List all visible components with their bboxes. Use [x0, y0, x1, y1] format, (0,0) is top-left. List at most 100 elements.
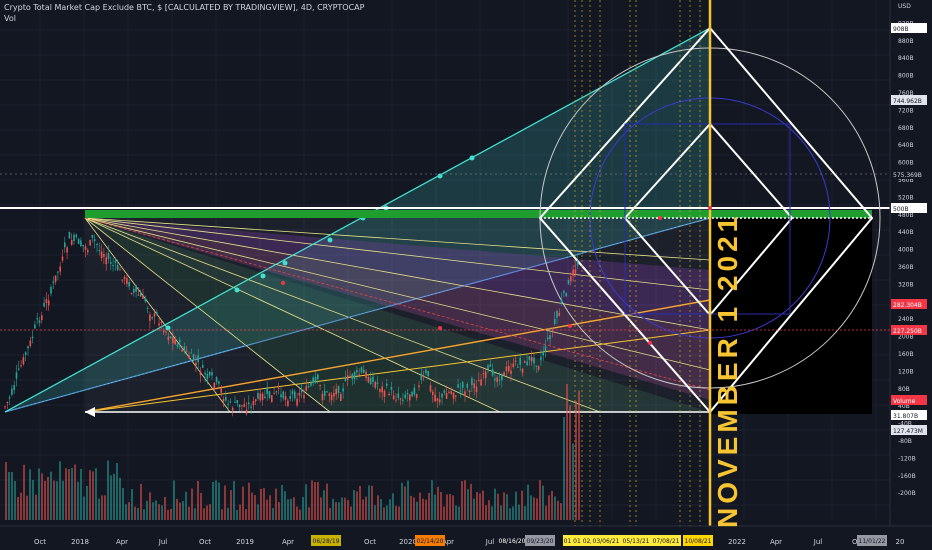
candle: [367, 377, 370, 383]
volume-bar: [110, 475, 112, 520]
candle: [512, 363, 515, 368]
price-marker-label: 575.369B: [893, 172, 922, 179]
candle: [202, 365, 204, 368]
candle: [31, 336, 34, 339]
volume-bar: [467, 489, 469, 520]
chart-canvas[interactable]: USD920B880B840B800B760B720B680B640B600B5…: [0, 0, 932, 550]
candle: [395, 399, 397, 401]
candle: [317, 374, 319, 380]
candle: [284, 396, 287, 400]
volume-bar: [557, 500, 559, 520]
candle: [445, 393, 448, 399]
time-tick: Oct: [364, 538, 376, 546]
price-tick: 360B: [898, 264, 914, 271]
volume-bar: [365, 496, 367, 520]
volume-bar: [269, 495, 271, 520]
volume-bar: [260, 488, 262, 520]
candle: [241, 405, 243, 407]
candle: [314, 376, 317, 383]
volume-bar: [518, 504, 520, 520]
candle: [68, 231, 71, 239]
volume-bar: [536, 498, 538, 520]
volume-bar: [314, 482, 316, 520]
time-tick: 2019: [236, 538, 254, 546]
volume-bar: [263, 488, 265, 520]
candle: [503, 372, 505, 376]
candle: [484, 371, 487, 379]
volume-bar: [389, 499, 391, 520]
candle: [383, 390, 386, 397]
volume-bar: [350, 506, 352, 520]
volume-bar: [506, 494, 508, 520]
candle: [337, 386, 340, 394]
volume-bar: [317, 481, 319, 520]
date-badge-label: 06/28/19: [313, 538, 340, 545]
volume-bar: [347, 500, 349, 520]
candle: [305, 386, 308, 391]
volume-bar: [155, 500, 157, 520]
volume-bar: [182, 501, 184, 520]
volume-bar: [515, 491, 517, 520]
candle: [91, 234, 94, 238]
date-badge: 07/08/21: [651, 535, 681, 546]
candle: [259, 393, 262, 401]
price-tick: -200B: [898, 490, 916, 497]
candle: [38, 320, 41, 323]
volume-bar: [332, 498, 334, 520]
candle: [243, 404, 245, 407]
volume-bar: [449, 494, 451, 520]
date-badge: 11/01/22: [857, 535, 887, 546]
candle: [119, 269, 121, 271]
candle: [116, 265, 119, 270]
price-marker-label: Volume: [893, 398, 916, 405]
volume-bar: [32, 480, 34, 520]
volume-indicator-label[interactable]: Vol: [4, 14, 16, 23]
candle: [59, 266, 61, 272]
candle: [478, 380, 480, 382]
candle: [22, 357, 25, 365]
candle: [215, 377, 218, 383]
volume-bar: [431, 480, 433, 520]
volume-bar: [92, 471, 94, 520]
volume-bar: [521, 490, 523, 520]
date-badge: 03/06/21: [591, 535, 621, 546]
candle: [162, 330, 165, 333]
price-tick: 800B: [898, 73, 914, 80]
candle: [452, 392, 455, 399]
volume-bar: [437, 486, 439, 520]
fan-dot: [327, 237, 333, 243]
volume-bar: [206, 505, 208, 520]
candle: [236, 400, 239, 404]
candle: [61, 256, 64, 261]
candle: [264, 396, 266, 399]
candle: [540, 356, 542, 361]
volume-bar: [83, 496, 85, 520]
candle: [107, 253, 110, 260]
candle: [93, 239, 96, 241]
volume-bar: [542, 485, 544, 520]
candle: [349, 375, 351, 377]
candle: [24, 352, 27, 355]
candle: [379, 389, 381, 392]
volume-bar: [191, 488, 193, 520]
candle: [441, 393, 443, 398]
candle: [225, 397, 227, 401]
candle: [238, 404, 241, 408]
price-marker: 227.250B: [891, 325, 927, 335]
volume-bar: [8, 471, 10, 520]
price-tick: 440B: [898, 229, 914, 236]
date-badge: 05/13/21: [621, 535, 651, 546]
volume-bar: [53, 480, 55, 520]
candle: [372, 376, 374, 382]
volume-bar: [560, 503, 562, 520]
candle: [427, 371, 429, 377]
volume-bar: [488, 500, 490, 520]
volume-bar: [47, 476, 49, 520]
candle: [36, 318, 38, 320]
candle: [20, 365, 22, 367]
candle: [542, 351, 544, 356]
volume-bar: [446, 494, 448, 520]
volume-bar: [539, 480, 541, 520]
volume-bar: [59, 461, 61, 520]
volume-bar: [401, 482, 403, 520]
